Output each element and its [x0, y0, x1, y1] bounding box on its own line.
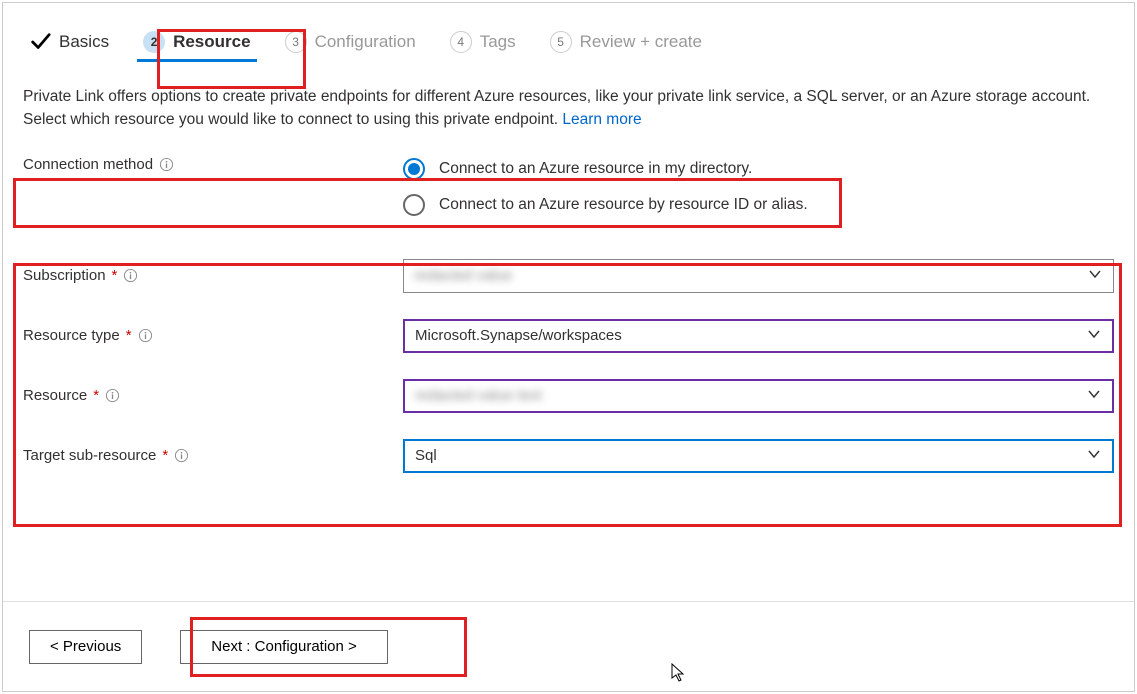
select-subscription[interactable]: redacted value: [403, 259, 1114, 293]
tab-number-badge: 4: [450, 31, 472, 53]
tab-tags[interactable]: 4 Tags: [444, 27, 522, 61]
required-indicator: *: [126, 327, 132, 344]
radio-label: Connect to an Azure resource by resource…: [439, 196, 808, 214]
required-indicator: *: [93, 387, 99, 404]
label-resource: Resource *: [23, 387, 403, 404]
page-description: Private Link offers options to create pr…: [23, 85, 1114, 132]
radio-label: Connect to an Azure resource in my direc…: [439, 160, 752, 178]
tab-label: Tags: [480, 32, 516, 52]
tab-basics[interactable]: Basics: [23, 27, 115, 61]
radio-connect-my-directory[interactable]: Connect to an Azure resource in my direc…: [403, 158, 808, 180]
description-text: Private Link offers options to create pr…: [23, 88, 1090, 128]
radio-icon: [403, 194, 425, 216]
content-area: Basics 2 Resource 3 Configuration 4 Tags…: [3, 3, 1134, 601]
tab-resource[interactable]: 2 Resource: [137, 27, 256, 61]
chevron-down-icon: [1086, 326, 1102, 346]
row-subscription: Subscription * redacted value: [23, 256, 1114, 296]
tab-label: Basics: [59, 32, 109, 52]
tab-review-create[interactable]: 5 Review + create: [544, 27, 708, 61]
select-resource[interactable]: redacted value text: [403, 379, 1114, 413]
row-resource-type: Resource type * Microsoft.Synapse/worksp…: [23, 316, 1114, 356]
previous-button[interactable]: < Previous: [29, 630, 142, 664]
chevron-down-icon: [1086, 446, 1102, 466]
tab-number-badge: 2: [143, 31, 165, 53]
wizard-tabs: Basics 2 Resource 3 Configuration 4 Tags…: [23, 27, 1114, 61]
tab-configuration[interactable]: 3 Configuration: [279, 27, 422, 61]
select-value: redacted value: [414, 267, 512, 284]
info-icon[interactable]: [138, 328, 153, 343]
info-icon[interactable]: [123, 268, 138, 283]
wizard-page: Basics 2 Resource 3 Configuration 4 Tags…: [2, 2, 1135, 692]
next-button[interactable]: Next : Configuration >: [180, 630, 388, 664]
checkmark-icon: [29, 31, 51, 53]
learn-more-link[interactable]: Learn more: [562, 111, 641, 128]
chevron-down-icon: [1087, 266, 1103, 286]
tab-label: Review + create: [580, 32, 702, 52]
connection-method-options: Connect to an Azure resource in my direc…: [403, 156, 808, 216]
row-target-sub-resource: Target sub-resource * Sql: [23, 436, 1114, 476]
radio-icon: [403, 158, 425, 180]
select-value: redacted value text: [415, 387, 542, 404]
label-target-sub-resource: Target sub-resource *: [23, 447, 403, 464]
tab-number-badge: 5: [550, 31, 572, 53]
select-value: Sql: [415, 447, 437, 464]
label-connection-method: Connection method: [23, 156, 403, 173]
info-icon[interactable]: [105, 388, 120, 403]
label-resource-type: Resource type *: [23, 327, 403, 344]
info-icon[interactable]: [174, 448, 189, 463]
chevron-down-icon: [1086, 386, 1102, 406]
select-target-sub-resource[interactable]: Sql: [403, 439, 1114, 473]
wizard-footer: < Previous Next : Configuration >: [3, 601, 1134, 691]
row-connection-method: Connection method Connect to an Azure re…: [23, 156, 1114, 216]
select-value: Microsoft.Synapse/workspaces: [415, 327, 622, 344]
label-subscription: Subscription *: [23, 267, 403, 284]
row-resource: Resource * redacted value text: [23, 376, 1114, 416]
select-resource-type[interactable]: Microsoft.Synapse/workspaces: [403, 319, 1114, 353]
required-indicator: *: [162, 447, 168, 464]
radio-connect-by-id[interactable]: Connect to an Azure resource by resource…: [403, 194, 808, 216]
tab-label: Resource: [173, 32, 250, 52]
tab-number-badge: 3: [285, 31, 307, 53]
info-icon[interactable]: [159, 157, 174, 172]
tab-label: Configuration: [315, 32, 416, 52]
required-indicator: *: [112, 267, 118, 284]
